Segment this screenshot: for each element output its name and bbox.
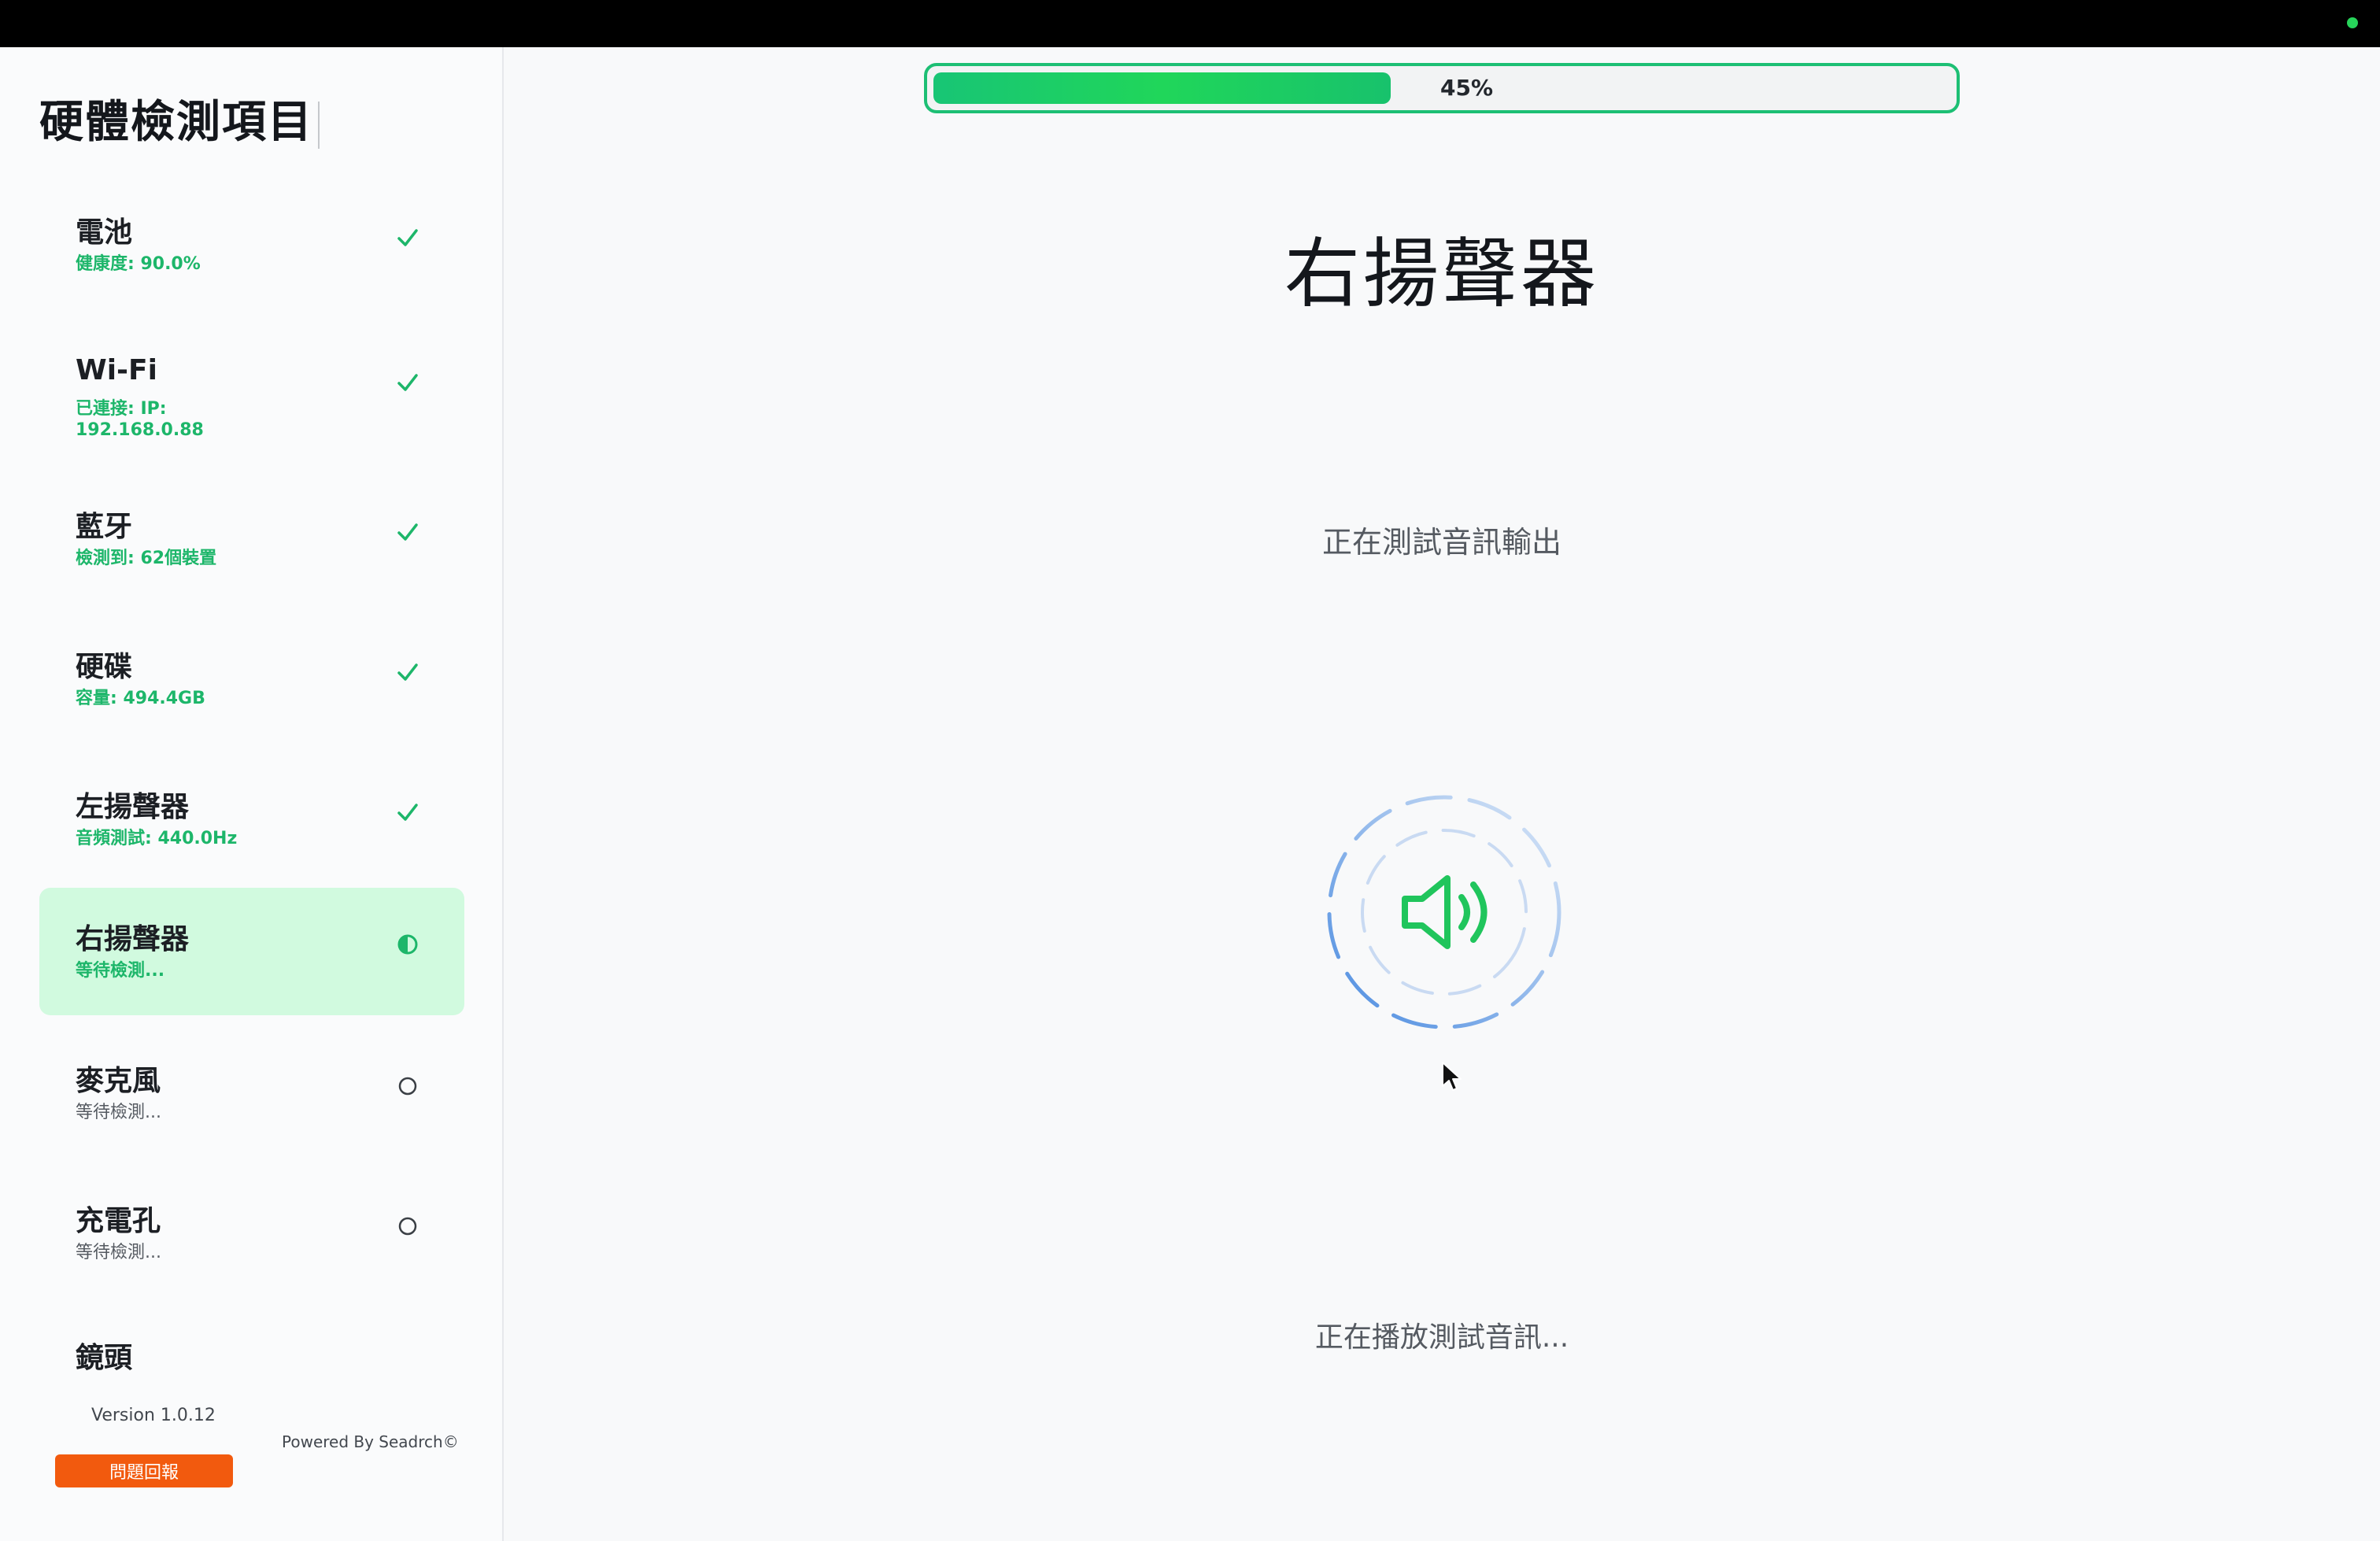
check-icon: [394, 798, 422, 826]
test-item-name: 電池: [76, 216, 133, 249]
test-item-microphone[interactable]: 麥克風 等待檢測...: [39, 1029, 464, 1157]
check-icon: [394, 658, 422, 686]
test-item-detail: 檢測到: 62個裝置: [76, 549, 217, 568]
test-item-name: Wi-Fi: [76, 354, 157, 386]
test-item-name: 充電孔: [76, 1205, 161, 1237]
test-item-name: 麥克風: [76, 1065, 161, 1097]
test-item-detail: 等待檢測...: [76, 961, 165, 981]
test-item-battery[interactable]: 電池 健康度: 90.0%: [39, 181, 464, 309]
status-message: 正在播放測試音訊...: [1314, 1321, 1569, 1354]
page-subtitle: 正在測試音訊輸出: [1321, 525, 1561, 560]
title-bar: [0, 0, 2380, 47]
progress-bar: 45%: [924, 63, 1960, 113]
test-item-name: 硬碟: [76, 651, 133, 683]
test-item-name: 右揚聲器: [76, 923, 190, 955]
sidebar-title: 硬體檢測項目: [39, 87, 320, 150]
test-item-name: 藍牙: [76, 511, 133, 543]
test-item-name: 左揚聲器: [76, 791, 190, 823]
test-item-detail: 健康度: 90.0%: [76, 254, 201, 274]
main-panel: 45% 右揚聲器 正在測試音訊輸出 正在播放測試音訊...: [504, 47, 2380, 1541]
report-issue-button[interactable]: 問題回報: [55, 1454, 233, 1487]
sidebar: 硬體檢測項目 電池 健康度: 90.0% Wi-Fi 已連接: IP: 192.…: [0, 47, 504, 1541]
progress-label: 45%: [1440, 75, 1494, 101]
check-icon: [394, 518, 422, 546]
test-item-right-speaker[interactable]: 右揚聲器 等待檢測...: [39, 888, 464, 1015]
empty-circle-icon: [394, 1072, 422, 1100]
test-item-detail: 容量: 494.4GB: [76, 689, 205, 708]
test-item-bluetooth[interactable]: 藍牙 檢測到: 62個裝置: [39, 475, 464, 603]
empty-circle-icon: [394, 1212, 422, 1240]
test-item-camera[interactable]: 鏡頭: [39, 1306, 464, 1401]
test-item-disk[interactable]: 硬碟 容量: 494.4GB: [39, 615, 464, 743]
version-label: Version 1.0.12: [91, 1406, 216, 1425]
page-title: 右揚聲器: [1284, 230, 1599, 318]
test-item-charging-port[interactable]: 充電孔 等待檢測...: [39, 1170, 464, 1297]
speaker-volume-icon: [1322, 790, 1566, 1034]
test-item-name: 鏡頭: [76, 1342, 133, 1374]
check-icon: [394, 224, 422, 252]
half-circle-icon: [394, 930, 422, 959]
powered-by-label: Powered By Seadrch©: [282, 1432, 459, 1451]
test-item-wifi[interactable]: Wi-Fi 已連接: IP: 192.168.0.88: [39, 326, 464, 453]
test-item-list[interactable]: 電池 健康度: 90.0% Wi-Fi 已連接: IP: 192.168.0.8…: [0, 181, 504, 1401]
test-item-detail: 已連接: IP: 192.168.0.88: [76, 399, 204, 440]
check-icon: [394, 368, 422, 397]
progress-bar-fill: [933, 72, 1391, 104]
test-item-detail: 音頻測試: 440.0Hz: [76, 829, 238, 848]
mouse-cursor-icon: [1440, 1061, 1464, 1092]
test-item-left-speaker[interactable]: 左揚聲器 音頻測試: 440.0Hz: [39, 756, 464, 883]
status-dot-icon: [2347, 17, 2358, 28]
test-item-detail: 等待檢測...: [76, 1103, 161, 1122]
test-item-detail: 等待檢測...: [76, 1243, 161, 1262]
